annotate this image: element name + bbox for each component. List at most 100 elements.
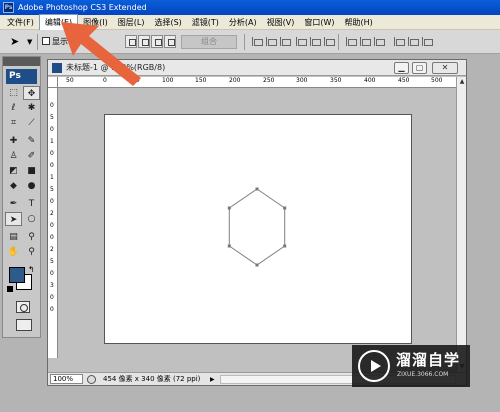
anchor-point[interactable] [283,206,287,210]
scroll-up-icon[interactable]: ▲ [457,77,467,87]
shape-tool-icon[interactable]: ○ [23,212,40,226]
canvas-area[interactable] [59,89,456,372]
zoom-tool-icon[interactable]: ⚲ [23,245,40,259]
menu-select[interactable]: 选择(S) [149,15,186,30]
crop-tool-icon[interactable]: ⌗ [5,116,22,130]
watermark: 溜溜自学 ZIXUE.3066.COM [352,345,470,387]
zoom-field[interactable]: 100% [50,374,83,384]
vertical-scrollbar[interactable]: ▲ ▼ [456,77,466,372]
app-icon: Ps [3,2,14,13]
distribute-top-icon[interactable] [344,36,357,47]
menu-window[interactable]: 窗口(W) [299,15,339,30]
ruler-label: 150 [195,77,207,84]
anchor-point[interactable] [227,206,231,210]
brush-tool-icon[interactable]: ✎ [23,134,40,148]
ruler-label: 5 [50,186,54,193]
healing-brush-tool-icon[interactable]: ✚ [5,134,22,148]
notes-tool-icon[interactable]: ▤ [5,230,22,244]
eyedropper-tool-icon[interactable]: ⚲ [23,230,40,244]
ruler-label: 0 [50,162,54,169]
window-title: Adobe Photoshop CS3 Extended [18,3,147,12]
watermark-url: ZIXUE.3066.COM [397,371,449,378]
ruler-label: 0 [50,198,54,205]
ruler-label: 450 [398,77,410,84]
tools-panel: Ps ⬚ ✥ ℓ ✱ ⌗ ⟋ ✚ ✎ ♙ ✐ ◩ ■ ◆ ● ✒ T ➤ ○ ▤… [2,56,41,338]
watermark-logo-icon [358,350,390,382]
slice-tool-icon[interactable]: ⟋ [23,116,40,130]
magic-wand-tool-icon[interactable]: ✱ [23,101,40,115]
menu-analysis[interactable]: 分析(A) [224,15,262,30]
close-icon[interactable]: ✕ [432,62,458,74]
hexagon-path[interactable] [105,115,413,345]
minimize-icon[interactable]: ▁ [394,62,409,74]
move-tool-icon[interactable]: ✥ [23,86,40,100]
canvas[interactable] [104,114,412,344]
status-menu-arrow-icon[interactable]: ▶ [210,373,215,386]
distribute-hcenter-icon[interactable] [406,36,419,47]
screen-mode-button[interactable] [16,319,32,331]
marquee-tool-icon[interactable]: ⬚ [5,86,22,100]
history-brush-tool-icon[interactable]: ✐ [23,149,40,163]
path-selection-tool-icon[interactable]: ➤ [5,212,22,226]
quick-mask-button[interactable] [16,301,30,313]
distribute-left-icon[interactable] [392,36,405,47]
menu-file[interactable]: 文件(F) [2,15,39,30]
foreground-color-swatch[interactable] [9,267,25,283]
anchor-point[interactable] [283,244,287,248]
ruler-label: 1 [50,174,54,181]
gradient-tool-icon[interactable]: ■ [23,164,40,178]
ruler-label: 0 [50,234,54,241]
ruler-label: 300 [296,77,308,84]
align-left-icon[interactable] [294,36,307,47]
align-vcenter-icon[interactable] [264,36,277,47]
menu-help[interactable]: 帮助(H) [340,15,378,30]
anchor-point[interactable] [255,263,259,267]
ruler-label: 1 [50,138,54,145]
ruler-label: 5 [50,258,54,265]
maximize-icon[interactable]: ▢ [412,62,427,74]
clone-stamp-tool-icon[interactable]: ♙ [5,149,22,163]
tools-grip[interactable] [3,57,40,66]
align-right-icon[interactable] [322,36,335,47]
ruler-label: 400 [364,77,376,84]
default-colors-icon[interactable] [7,286,13,292]
align-bottom-icon[interactable] [278,36,291,47]
hexagon-outline[interactable] [228,188,286,266]
ruler-label: 100 [162,77,174,84]
distribute-vcenter-icon[interactable] [358,36,371,47]
lasso-tool-icon[interactable]: ℓ [5,101,22,115]
blur-tool-icon[interactable]: ◆ [5,179,22,193]
annotation-arrow-icon [61,22,141,86]
type-tool-icon[interactable]: T [23,197,40,211]
distribute-bottom-icon[interactable] [372,36,385,47]
swap-colors-icon[interactable]: ↰ [28,265,35,274]
tool-preset-dropdown-icon[interactable]: ▼ [27,38,32,52]
anchor-point[interactable] [255,187,259,191]
anchor-point[interactable] [227,244,231,248]
ruler-label: 0 [50,150,54,157]
ruler-label: 0 [50,222,54,229]
ruler-label: 0 [50,102,54,109]
combine-button[interactable]: 组合 [181,35,237,49]
hand-tool-icon[interactable]: ✋ [5,245,22,259]
menu-filter[interactable]: 滤镜(T) [187,15,224,30]
eraser-tool-icon[interactable]: ◩ [5,164,22,178]
ruler-label: 5 [50,114,54,121]
distribute-right-icon[interactable] [420,36,433,47]
ruler-label: 2 [50,210,54,217]
align-top-icon[interactable] [250,36,263,47]
ps-logo: Ps [6,69,37,84]
document-window: 未标题-1 @ 100%(RGB/8) ▁ ▢ ✕ 50 0 50 100 15… [47,59,467,386]
status-icon[interactable] [87,375,96,384]
subtract-selection-icon[interactable] [151,35,163,48]
vertical-ruler[interactable]: 0 5 0 1 0 0 1 5 0 2 0 0 2 5 0 3 0 0 [48,88,58,358]
intersect-selection-icon[interactable] [164,35,176,48]
show-checkbox[interactable] [42,37,50,45]
ruler-label: 2 [50,246,54,253]
document-info: 454 像素 x 340 像素 (72 ppi) [103,375,201,383]
pen-tool-icon[interactable]: ✒ [5,197,22,211]
menu-view[interactable]: 视图(V) [262,15,300,30]
dodge-tool-icon[interactable]: ● [23,179,40,193]
align-hcenter-icon[interactable] [308,36,321,47]
move-tool-icon[interactable]: ➤ [10,35,19,49]
